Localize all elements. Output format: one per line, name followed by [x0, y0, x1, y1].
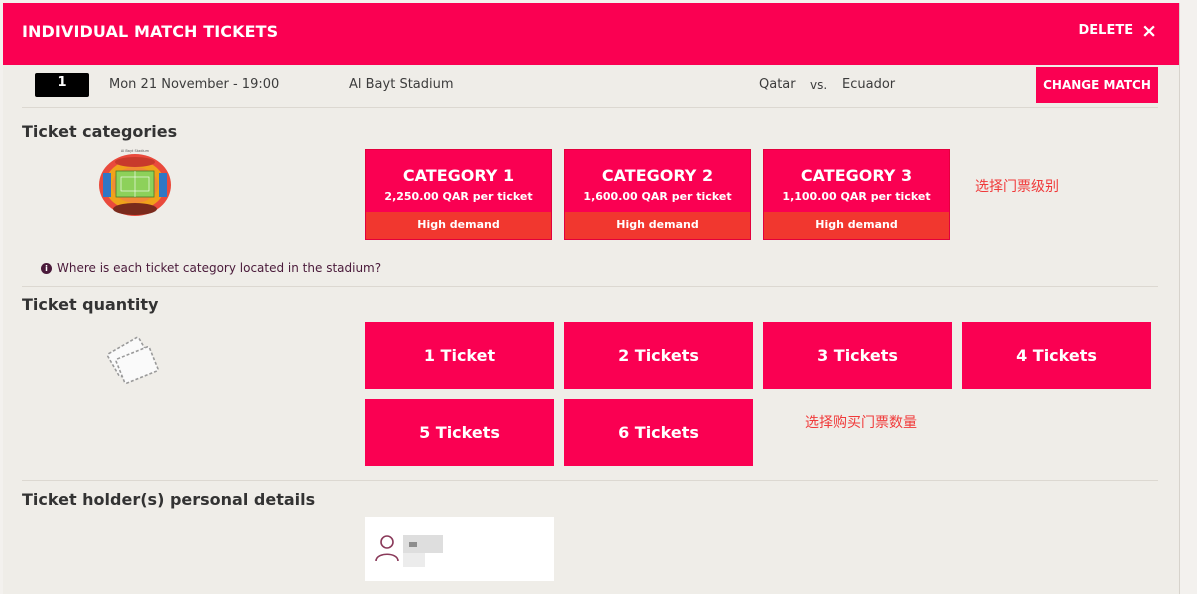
- ticket-categories-heading: Ticket categories: [22, 122, 178, 141]
- divider: [22, 107, 1158, 108]
- category-name: CATEGORY 3: [800, 166, 913, 185]
- personal-details-heading: Ticket holder(s) personal details: [22, 490, 316, 509]
- match-datetime: Mon 21 November - 19:00: [109, 77, 280, 92]
- blurred-mark: [409, 542, 417, 547]
- category-price: 1,100.00 QAR per ticket: [782, 190, 931, 203]
- category-name: CATEGORY 1: [402, 166, 515, 185]
- category-name: CATEGORY 2: [601, 166, 714, 185]
- stadium-map-image: Al Bayt Stadium: [99, 149, 171, 216]
- demand-badge: High demand: [366, 212, 551, 239]
- ticket-quantity-heading: Ticket quantity: [22, 295, 159, 314]
- category-price: 2,250.00 QAR per ticket: [384, 190, 533, 203]
- delete-label: DELETE: [1078, 23, 1134, 38]
- stadium-location-link[interactable]: i Where is each ticket category located …: [41, 261, 381, 275]
- category-3-button[interactable]: CATEGORY 3 1,100.00 QAR per ticket High …: [763, 149, 950, 240]
- close-icon: ×: [1141, 19, 1157, 42]
- panel-header: INDIVIDUAL MATCH TICKETS DELETE ×: [3, 3, 1179, 65]
- away-team: Ecuador: [842, 77, 896, 92]
- demand-badge: High demand: [764, 212, 949, 239]
- divider: [22, 480, 1158, 481]
- stadium-location-link-text: Where is each ticket category located in…: [57, 261, 382, 275]
- quantity-4-button[interactable]: 4 Tickets: [962, 322, 1151, 389]
- category-annotation: 选择门票级别: [975, 179, 1059, 195]
- match-venue: Al Bayt Stadium: [349, 77, 454, 92]
- category-1-button[interactable]: CATEGORY 1 2,250.00 QAR per ticket High …: [365, 149, 552, 240]
- quantity-5-button[interactable]: 5 Tickets: [365, 399, 554, 466]
- blurred-detail: [403, 553, 425, 567]
- match-row: 1 Mon 21 November - 19:00 Al Bayt Stadiu…: [3, 65, 1179, 107]
- divider: [22, 286, 1158, 287]
- info-icon: i: [41, 262, 52, 274]
- delete-button[interactable]: DELETE ×: [1078, 19, 1157, 42]
- quantity-3-button[interactable]: 3 Tickets: [763, 322, 952, 389]
- quantity-annotation: 选择购买门票数量: [805, 415, 917, 431]
- person-icon: [375, 535, 399, 562]
- ticket-panel: INDIVIDUAL MATCH TICKETS DELETE × 1 Mon …: [3, 3, 1180, 594]
- match-number-badge: 1: [35, 73, 89, 97]
- quantity-6-button[interactable]: 6 Tickets: [564, 399, 753, 466]
- tickets-icon: [106, 336, 159, 384]
- panel-title: INDIVIDUAL MATCH TICKETS: [22, 22, 279, 41]
- ticket-holder-card[interactable]: [365, 517, 554, 581]
- quantity-2-button[interactable]: 2 Tickets: [564, 322, 753, 389]
- svg-text:Al Bayt Stadium: Al Bayt Stadium: [121, 149, 150, 153]
- change-match-button[interactable]: CHANGE MATCH: [1036, 67, 1158, 103]
- home-team: Qatar: [759, 77, 796, 92]
- quantity-1-button[interactable]: 1 Ticket: [365, 322, 554, 389]
- demand-badge: High demand: [565, 212, 750, 239]
- category-2-button[interactable]: CATEGORY 2 1,600.00 QAR per ticket High …: [564, 149, 751, 240]
- versus-label: vs.: [810, 78, 828, 92]
- category-price: 1,600.00 QAR per ticket: [583, 190, 732, 203]
